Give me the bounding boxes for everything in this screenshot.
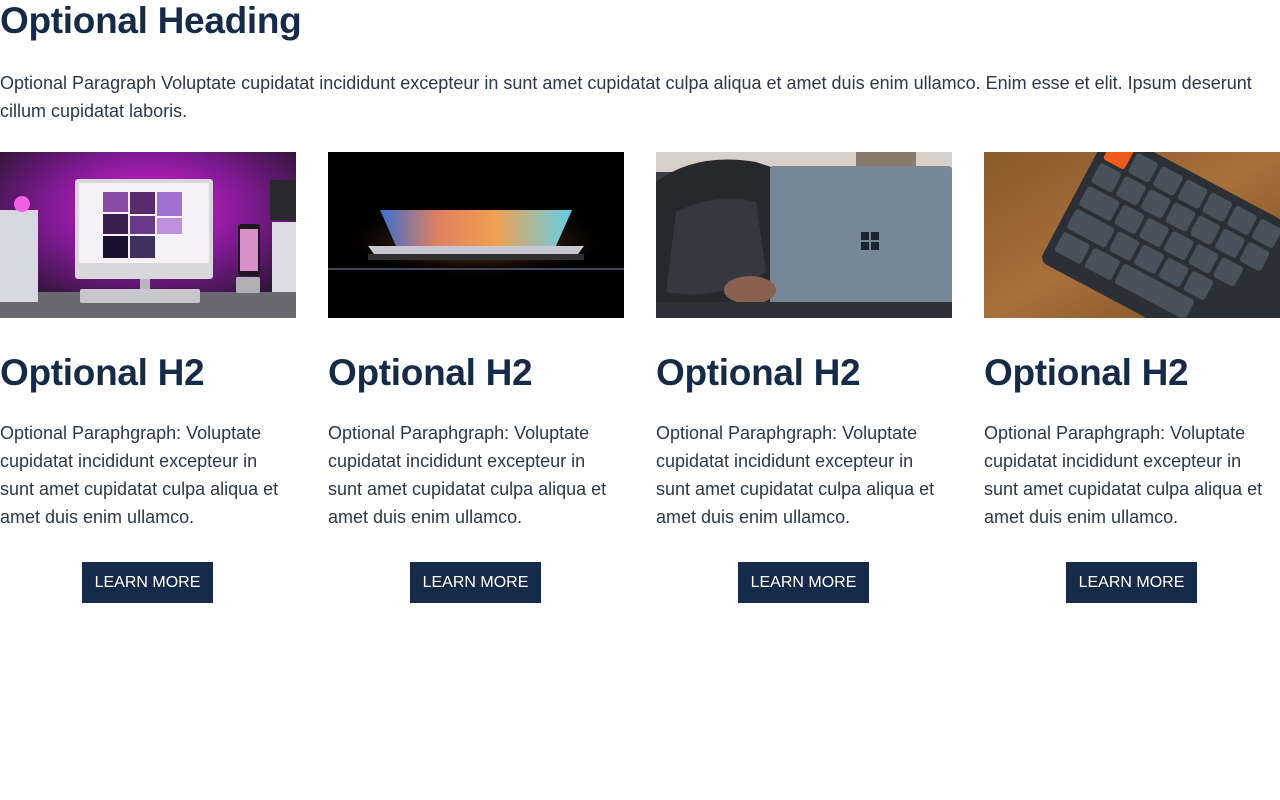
card-title: Optional H2 bbox=[984, 352, 1189, 393]
page-intro-paragraph: Optional Paragraph Voluptate cupidatat i… bbox=[0, 73, 1252, 121]
learn-more-button[interactable]: Learn more bbox=[82, 562, 213, 603]
card-3: Optional H2 Optional Paraphgraph: Volupt… bbox=[656, 152, 952, 612]
card-text: Optional Paraphgraph: Voluptate cupidata… bbox=[656, 423, 935, 527]
card-2: Optional H2 Optional Paraphgraph: Volupt… bbox=[328, 152, 624, 612]
card-title: Optional H2 bbox=[328, 352, 533, 393]
card-1: Optional H2 Optional Paraphgraph: Volupt… bbox=[0, 152, 296, 612]
card-text: Optional Paraphgraph: Voluptate cupidata… bbox=[984, 423, 1263, 527]
keyboard-image bbox=[984, 152, 1280, 318]
learn-more-button[interactable]: Learn more bbox=[410, 562, 541, 603]
card-title: Optional H2 bbox=[0, 352, 205, 393]
learn-more-button[interactable]: Learn more bbox=[738, 562, 869, 603]
surface-laptop-image bbox=[656, 152, 952, 318]
card-text: Optional Paraphgraph: Voluptate cupidata… bbox=[0, 423, 279, 527]
card-text: Optional Paraphgraph: Voluptate cupidata… bbox=[328, 423, 607, 527]
learn-more-button[interactable]: Learn more bbox=[1066, 562, 1197, 603]
glowing-laptop-image bbox=[328, 152, 624, 318]
card-title: Optional H2 bbox=[656, 352, 861, 393]
card-grid: Optional H2 Optional Paraphgraph: Volupt… bbox=[0, 152, 1280, 612]
card-4: Optional H2 Optional Paraphgraph: Volupt… bbox=[984, 152, 1280, 612]
desktop-setup-image bbox=[0, 152, 296, 318]
page-heading: Optional Heading bbox=[0, 0, 302, 41]
